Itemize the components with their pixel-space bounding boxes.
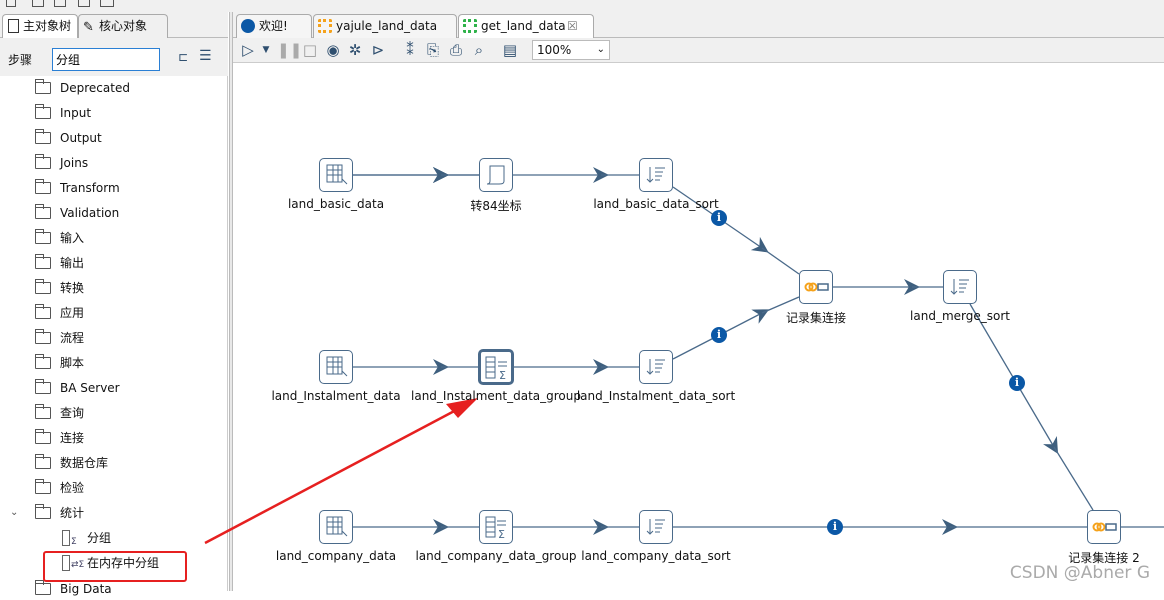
step-label: land_company_data_sort (581, 549, 731, 563)
step-land-instalment-data[interactable] (319, 350, 353, 384)
step-label: 记录集连接 (785, 311, 847, 325)
step-merge-join[interactable] (799, 270, 833, 304)
info-icon[interactable]: i (1009, 375, 1025, 391)
step-land-company-data[interactable] (319, 510, 353, 544)
step-merge-join-2[interactable] (1087, 510, 1121, 544)
step-land-merge-sort[interactable] (943, 270, 977, 304)
info-icon[interactable]: i (711, 210, 727, 226)
script-icon (486, 165, 505, 185)
sort-icon (950, 279, 969, 295)
svg-text:Σ: Σ (498, 528, 505, 541)
step-land-basic-data-sort[interactable] (639, 158, 673, 192)
hop (761, 247, 800, 275)
merge-join-icon (804, 282, 829, 292)
info-icon[interactable]: i (711, 327, 727, 343)
hop (1053, 446, 1094, 511)
step-label: land_company_data (275, 549, 397, 563)
merge-join-icon (1092, 522, 1117, 532)
svg-text:Σ: Σ (499, 369, 506, 382)
step-label: land_Instalment_data_group (411, 389, 581, 403)
step-land-instalment-data-sort[interactable] (639, 350, 673, 384)
step-label: 转84坐标 (470, 199, 522, 213)
sort-icon (646, 167, 665, 183)
step-land-instalment-data-group[interactable]: Σ (478, 349, 514, 385)
step-land-company-data-sort[interactable] (639, 510, 673, 544)
step-convert-84[interactable] (479, 158, 513, 192)
step-land-basic-data[interactable] (319, 158, 353, 192)
step-label: land_company_data_group (415, 549, 577, 563)
step-label: land_Instalment_data (271, 389, 401, 403)
table-input-icon (326, 356, 348, 377)
table-input-icon (326, 516, 348, 537)
sort-icon (646, 519, 665, 535)
memory-group-by-icon: Σ (485, 356, 507, 382)
table-input-icon (326, 164, 348, 185)
step-label: land_basic_data_sort (593, 197, 719, 211)
watermark: CSDN @Abner G (1009, 563, 1150, 583)
step-label: land_basic_data (287, 197, 385, 211)
sort-icon (646, 359, 665, 375)
step-label: land_Instalment_data_sort (576, 389, 736, 403)
hop-lines (204, 0, 1164, 545)
info-icon[interactable]: i (827, 519, 843, 535)
step-label: land_merge_sort (910, 309, 1010, 323)
step-land-company-data-group[interactable]: Σ (479, 510, 513, 544)
memory-group-by-icon: Σ (485, 516, 506, 541)
